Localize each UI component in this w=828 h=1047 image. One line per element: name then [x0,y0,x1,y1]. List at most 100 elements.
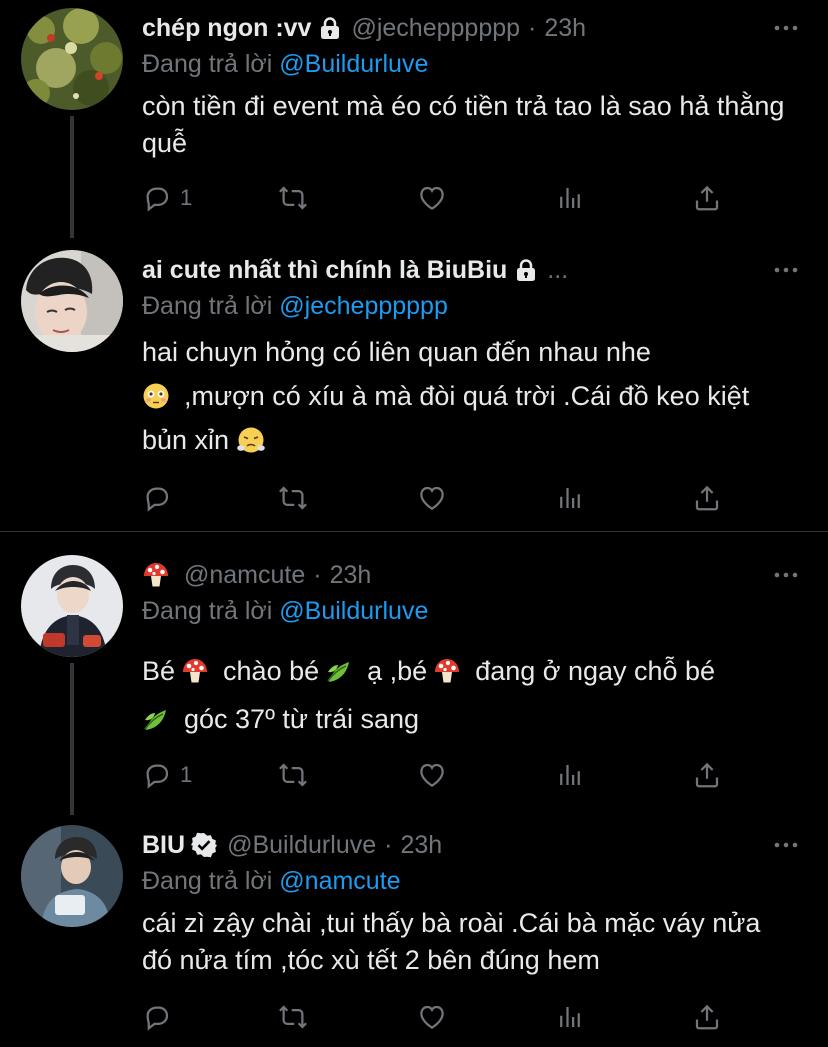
tweet-header: ai cute nhất thì chính là BiuBiu ... [142,250,768,290]
more-icon[interactable] [772,833,800,857]
truncated-ellipsis: ... [547,255,569,284]
display-name[interactable]: BIU [142,831,185,860]
text-segment: chào bé [223,656,320,686]
text-segment: đang ở ngay chỗ bé [475,656,716,686]
action-bar: 1 [142,755,742,795]
display-name[interactable]: ai cute nhất thì chính là BiuBiu [142,256,507,285]
share-button[interactable] [692,178,722,218]
share-button[interactable] [692,478,722,518]
thread-line [70,663,74,815]
tweet-3[interactable]: @namcute · 23h Đang trả lời @Buildurluve… [0,555,828,815]
tweet-line-2: góc 37º từ trái sang [142,695,798,743]
analytics-icon [555,483,585,513]
share-icon [692,760,722,790]
views-button[interactable] [555,997,585,1037]
reply-mention[interactable]: @Buildurluve [279,597,428,625]
analytics-icon [555,760,585,790]
tweet-line-1: hai chuyn hỏng có liên quan đến nhau nhe [142,337,651,367]
retweet-icon [278,483,308,513]
handle[interactable]: @namcute [184,561,305,590]
tweet-4[interactable]: BIU @Buildurluve · 23h Đang trả lời @nam… [0,825,828,1047]
mushroom-emoji [433,657,461,685]
retweet-icon [278,1002,308,1032]
reply-prefix: Đang trả lời [142,50,273,78]
retweet-button[interactable] [278,755,308,795]
analytics-icon [555,183,585,213]
like-button[interactable] [417,997,447,1037]
views-button[interactable] [555,755,585,795]
share-button[interactable] [692,755,722,795]
reply-mention[interactable]: @jechepppppp [279,292,448,320]
display-name[interactable]: chép ngon :vv [142,14,311,43]
share-icon [692,483,722,513]
reply-count: 1 [180,185,193,210]
tweet-header: chép ngon :vv @jechepppppp · 23h [142,8,768,48]
timestamp[interactable]: 23h [330,561,372,590]
verified-badge-icon [191,832,217,858]
face-with-steam-emoji [237,426,265,454]
separator-dot: · [313,560,322,589]
reply-icon [142,483,172,513]
reply-icon [142,1002,172,1032]
text-segment: Bé [142,656,176,686]
more-icon[interactable] [772,16,800,40]
separator-dot: · [528,13,537,42]
avatar[interactable] [21,8,123,110]
like-button[interactable] [417,478,447,518]
share-button[interactable] [692,997,722,1037]
retweet-icon [278,760,308,790]
heart-icon [417,183,447,213]
heart-icon [417,760,447,790]
retweet-button[interactable] [278,997,308,1037]
replying-to: Đang trả lời @Buildurluve [142,597,428,626]
thread-line [70,116,74,238]
retweet-icon [278,183,308,213]
replying-to: Đang trả lời @Buildurluve [142,50,428,79]
mushroom-emoji [181,657,209,685]
reply-mention[interactable]: @Buildurluve [279,50,428,78]
tweet-text: hai chuyn hỏng có liên quan đến nhau nhe… [142,330,798,462]
reply-mention[interactable]: @namcute [279,867,400,895]
retweet-button[interactable] [278,178,308,218]
tweet-line-2: ,mượn có xíu à mà đòi quá trời .Cái đồ k… [142,374,798,418]
tweet-text: cái zì zậy chài ,tui thấy bà roài .Cái b… [142,908,761,975]
tweet-2[interactable]: ai cute nhất thì chính là BiuBiu ... Đan… [0,250,828,530]
action-bar [142,478,742,518]
reply-button[interactable] [142,997,172,1037]
views-button[interactable] [555,478,585,518]
share-icon [692,183,722,213]
leaf-emoji [325,657,353,685]
mushroom-emoji [142,561,170,589]
tweet-line-3: bủn xỉn [142,418,798,462]
tweet-1[interactable]: chép ngon :vv @jechepppppp · 23h Đang tr… [0,8,828,238]
like-button[interactable] [417,755,447,795]
reply-prefix: Đang trả lời [142,597,273,625]
timestamp[interactable]: 23h [400,831,442,860]
flushed-face-emoji [142,382,170,410]
action-bar [142,997,742,1037]
text-segment: góc 37º từ trái sang [184,704,420,734]
retweet-button[interactable] [278,478,308,518]
share-icon [692,1002,722,1032]
handle[interactable]: @jechepppppp [351,14,520,43]
tweet-text: còn tiền đi event mà éo có tiền trả tao … [142,91,785,158]
reply-button[interactable] [142,478,172,518]
reply-button[interactable]: 1 [142,178,192,218]
avatar[interactable] [21,250,123,352]
reply-button[interactable]: 1 [142,755,192,795]
avatar[interactable] [21,555,123,657]
reply-prefix: Đang trả lời [142,867,273,895]
separator-dot: · [384,830,393,859]
views-button[interactable] [555,178,585,218]
more-icon[interactable] [772,563,800,587]
timestamp[interactable]: 23h [544,14,586,43]
reply-icon [142,760,172,790]
handle[interactable]: @Buildurluve [227,831,376,860]
avatar[interactable] [21,825,123,927]
replying-to: Đang trả lời @namcute [142,867,401,896]
tweet-line-2-text: ,mượn có xíu à mà đòi quá trời .Cái đồ k… [184,381,750,411]
heart-icon [417,483,447,513]
more-icon[interactable] [772,258,800,282]
tweet-line-1: Bé chào bé ạ ,bé đang ở ngay chỗ bé [142,647,798,695]
like-button[interactable] [417,178,447,218]
